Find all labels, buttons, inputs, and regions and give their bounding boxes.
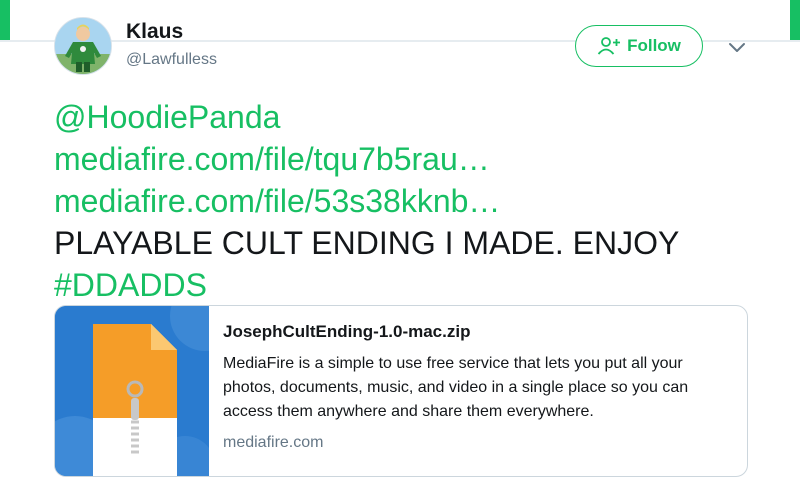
card-thumbnail — [55, 306, 209, 476]
card-domain: mediafire.com — [223, 434, 324, 451]
accent-edge-left — [0, 0, 10, 40]
character-avatar-icon — [55, 18, 111, 74]
avatar[interactable] — [54, 17, 112, 75]
add-user-icon — [597, 37, 621, 55]
tweet-text: @HoodiePanda mediafire.com/file/tqu7b5ra… — [54, 96, 774, 306]
hashtag-link[interactable]: #DDADDS — [54, 264, 774, 306]
chevron-down-icon — [729, 43, 745, 52]
follow-button[interactable]: Follow — [575, 25, 703, 67]
accent-edge-right — [790, 0, 800, 40]
zip-file-icon — [55, 306, 209, 476]
follow-button-label: Follow — [627, 36, 681, 55]
mention-link[interactable]: @HoodiePanda — [54, 96, 774, 138]
user-handle[interactable]: @Lawfulless — [126, 51, 217, 69]
url-link-2[interactable]: mediafire.com/file/53s38kknb… — [54, 180, 774, 222]
link-preview-card[interactable]: JosephCultEnding-1.0-mac.zip MediaFire i… — [54, 305, 748, 477]
url-link-1[interactable]: mediafire.com/file/tqu7b5rau… — [54, 138, 774, 180]
tweet-body: PLAYABLE CULT ENDING I MADE. ENJOY — [54, 225, 680, 261]
card-body: JosephCultEnding-1.0-mac.zip MediaFire i… — [223, 320, 733, 452]
more-options-button[interactable] — [727, 40, 747, 56]
display-name[interactable]: Klaus — [126, 20, 183, 44]
card-title[interactable]: JosephCultEnding-1.0-mac.zip — [223, 322, 733, 342]
card-description: MediaFire is a simple to use free servic… — [223, 355, 689, 420]
